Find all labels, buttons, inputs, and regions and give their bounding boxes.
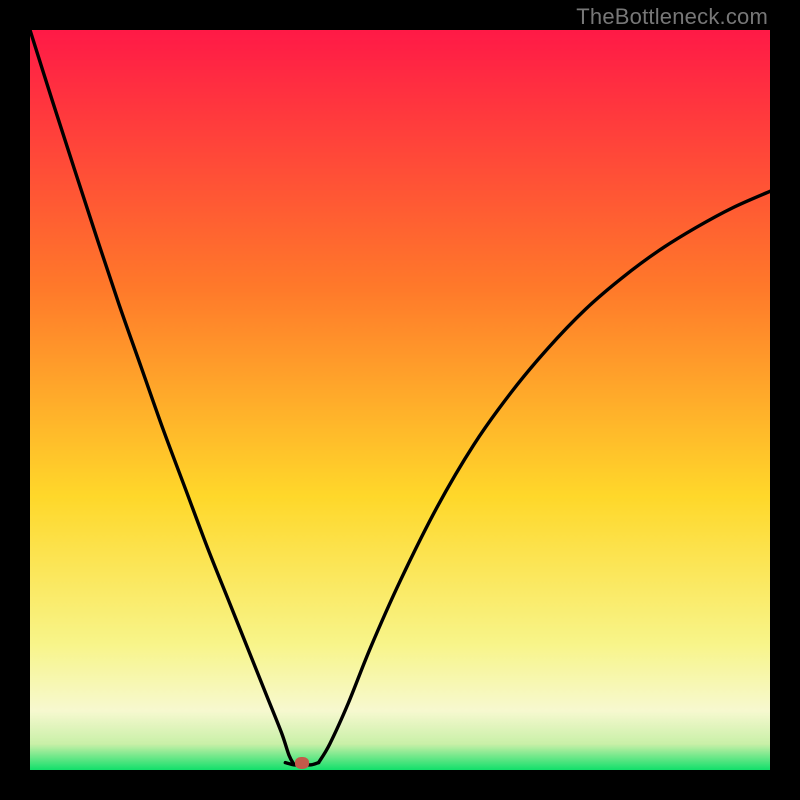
curve-right-branch (319, 191, 770, 762)
marker-dot (295, 757, 309, 769)
curve-left-branch (30, 30, 294, 765)
watermark-text: TheBottleneck.com (576, 4, 768, 30)
curve-layer (30, 30, 770, 770)
